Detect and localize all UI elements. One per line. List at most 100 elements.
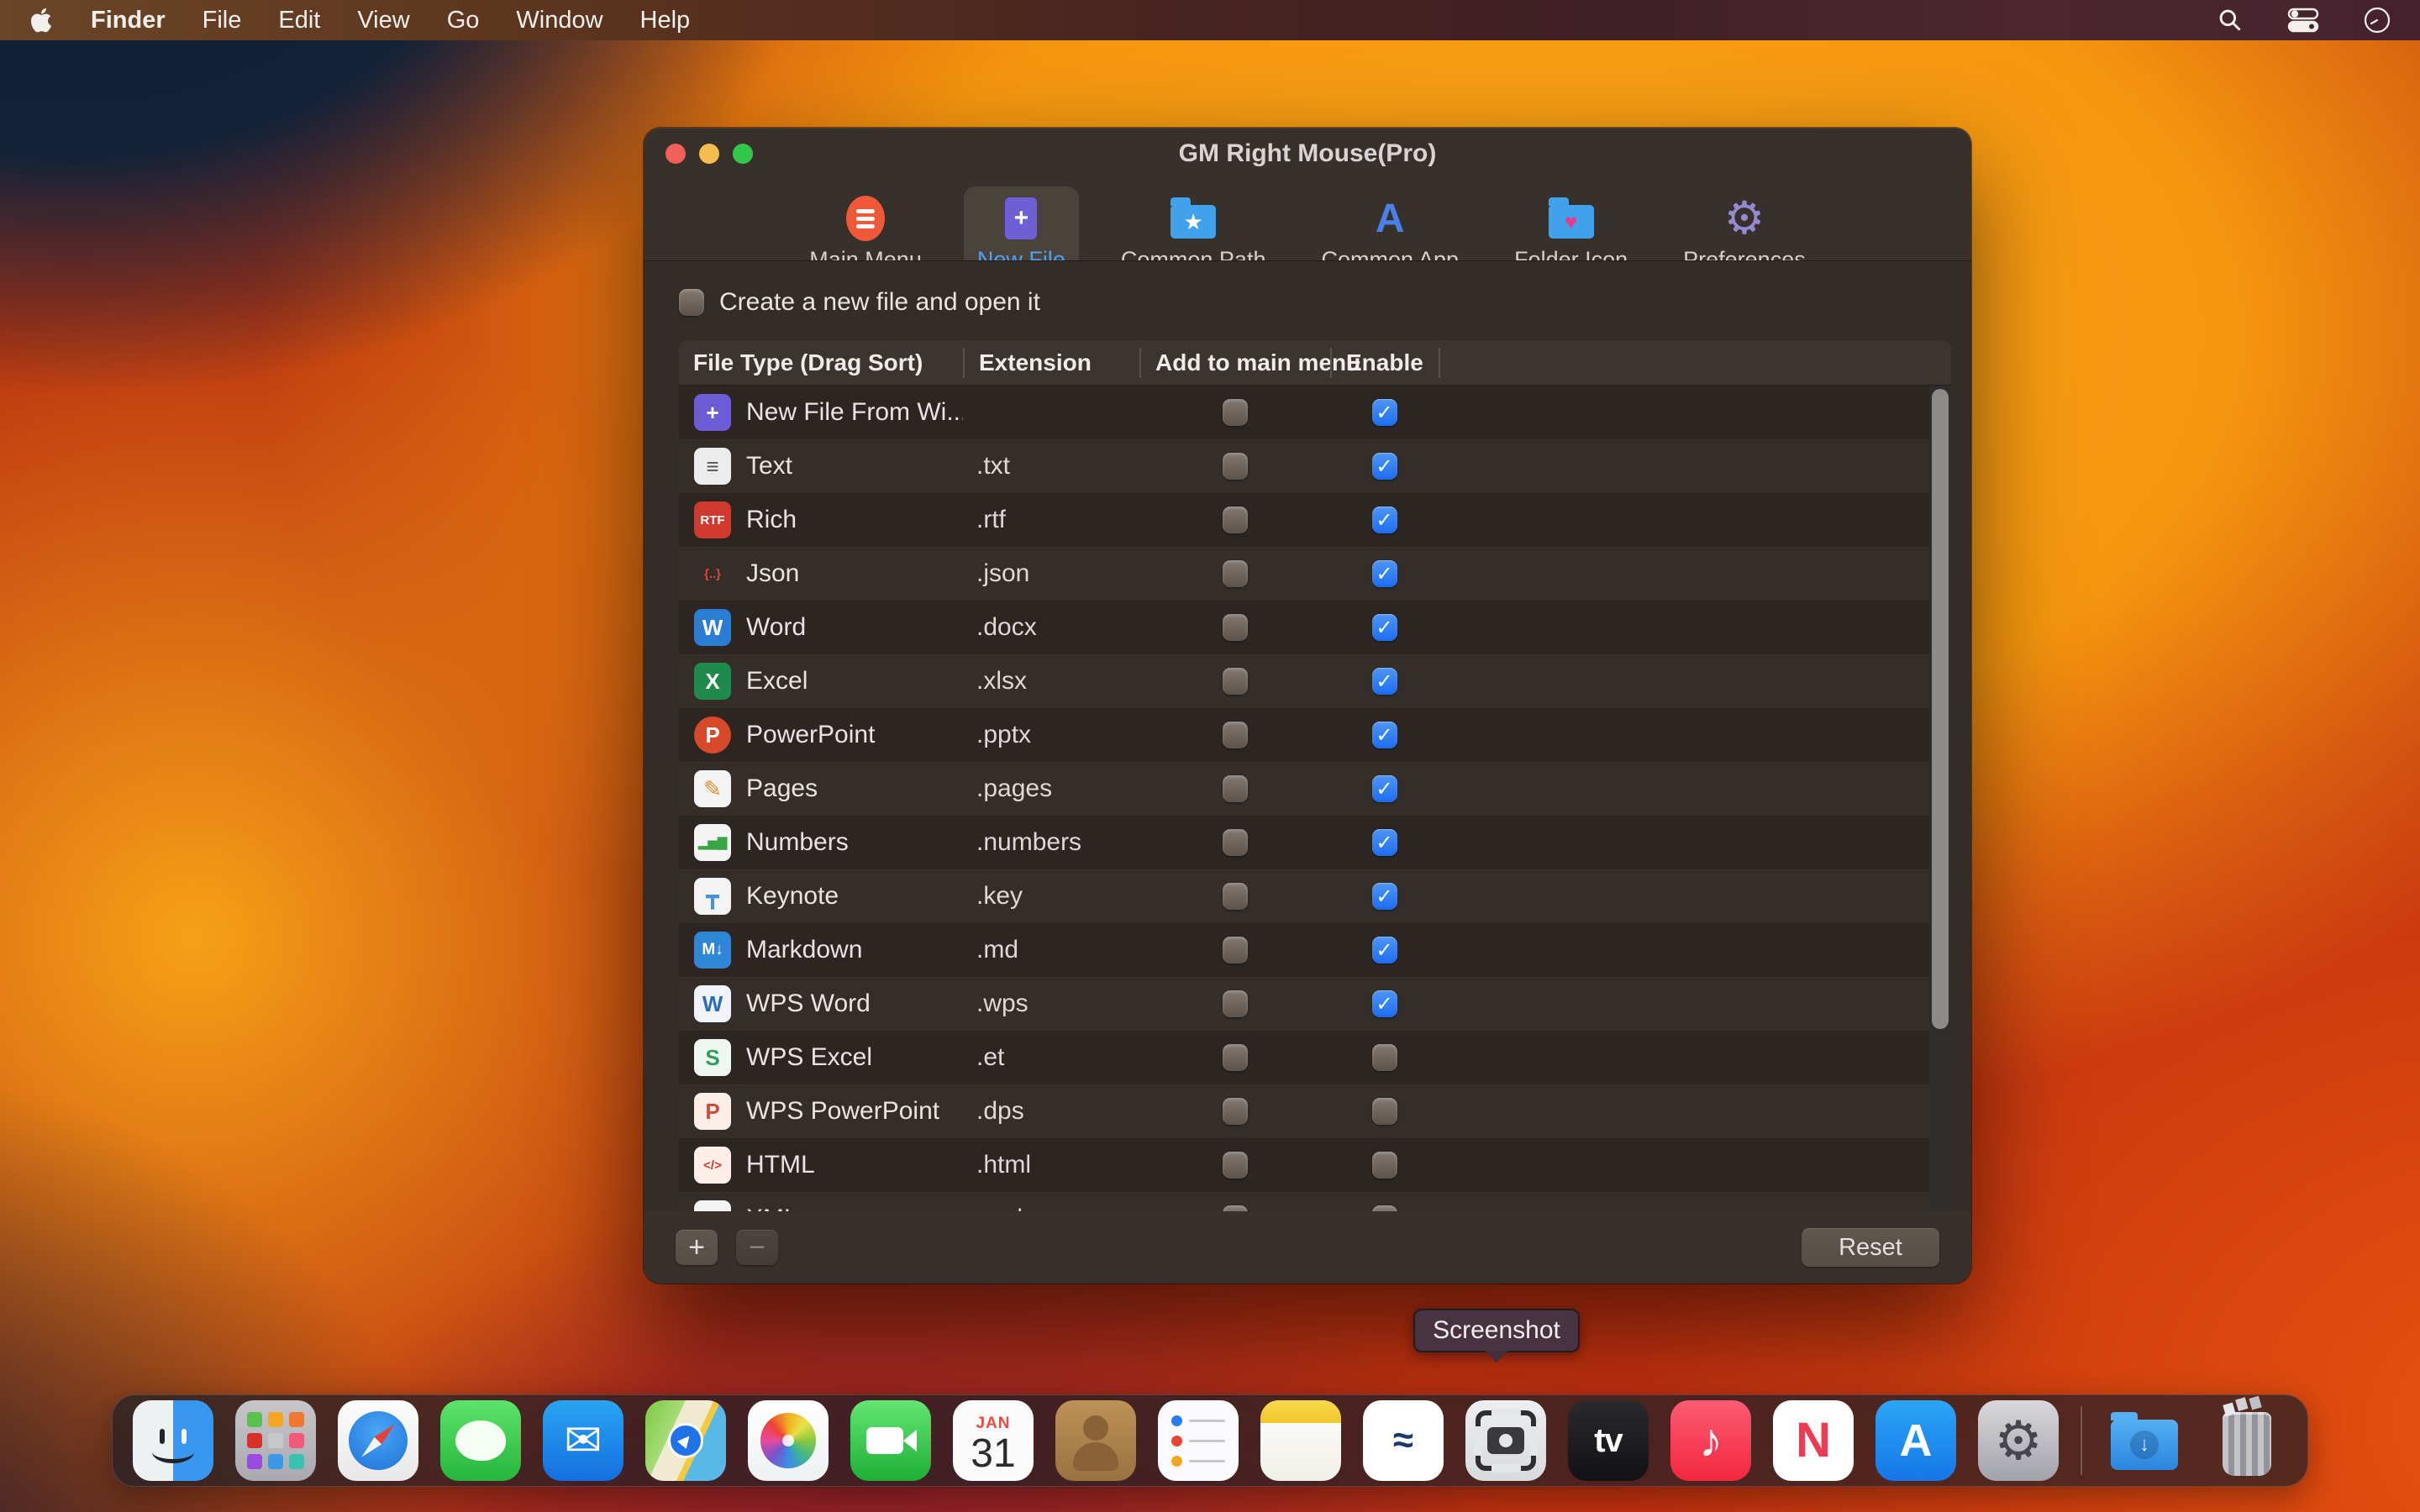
add-to-main-menu-checkbox[interactable] — [1223, 990, 1248, 1017]
dock-reminders-icon[interactable] — [1158, 1400, 1239, 1481]
dock-mail-icon[interactable]: ✉ — [543, 1400, 623, 1481]
enable-checkbox[interactable]: ✓ — [1372, 722, 1397, 748]
enable-checkbox[interactable] — [1372, 1044, 1397, 1071]
apple-menu-icon[interactable] — [29, 5, 54, 35]
calendar-day: 31 — [971, 1433, 1015, 1475]
menu-item-edit[interactable]: Edit — [278, 7, 320, 34]
search-icon[interactable] — [2217, 7, 2244, 34]
table-row[interactable]: </>HTML.html — [679, 1138, 1951, 1192]
menu-item-help[interactable]: Help — [640, 7, 691, 34]
dock-calendar-icon[interactable]: JAN31 — [953, 1400, 1034, 1481]
add-to-main-menu-checkbox[interactable] — [1223, 1044, 1248, 1071]
add-to-main-menu-checkbox[interactable] — [1223, 614, 1248, 641]
dock-settings-icon[interactable]: ⚙ — [1978, 1400, 2059, 1481]
table-row[interactable]: ┳Keynote.key✓ — [679, 869, 1951, 923]
table-row[interactable]: M↓Markdown.md✓ — [679, 923, 1951, 977]
col-file-type[interactable]: File Type (Drag Sort) — [679, 348, 963, 378]
table-row[interactable]: ≡Text.txt✓ — [679, 439, 1951, 493]
enable-checkbox[interactable] — [1372, 1152, 1397, 1179]
add-row-button[interactable]: + — [676, 1230, 718, 1265]
col-add-to-main-menu[interactable]: Add to main menu — [1139, 348, 1330, 378]
dock-freeform-icon[interactable]: ≈ — [1363, 1400, 1444, 1481]
menu-app-name[interactable]: Finder — [91, 7, 166, 34]
enable-checkbox[interactable]: ✓ — [1372, 614, 1397, 641]
table-row[interactable]: WWPS Word.wps✓ — [679, 977, 1951, 1031]
dock-finder-icon[interactable] — [133, 1400, 213, 1481]
dock-contacts-icon[interactable] — [1055, 1400, 1136, 1481]
enable-checkbox[interactable]: ✓ — [1372, 560, 1397, 587]
scrollbar-thumb[interactable] — [1932, 389, 1949, 1029]
add-to-main-menu-checkbox[interactable] — [1223, 453, 1248, 480]
table-row[interactable]: PWPS PowerPoint.dps — [679, 1084, 1951, 1138]
dock-launchpad-icon[interactable] — [235, 1400, 316, 1481]
enable-checkbox[interactable]: ✓ — [1372, 399, 1397, 426]
table-row[interactable]: +New File From Wi...✓ — [679, 386, 1951, 439]
enable-checkbox[interactable]: ✓ — [1372, 883, 1397, 910]
folder-star-icon: ★ — [1166, 195, 1220, 242]
add-to-main-menu-checkbox[interactable] — [1223, 937, 1248, 963]
dock-appletv-icon[interactable]: tv — [1568, 1400, 1649, 1481]
remove-row-button[interactable]: − — [736, 1230, 778, 1265]
enable-checkbox[interactable]: ✓ — [1372, 775, 1397, 802]
window-titlebar[interactable]: GM Right Mouse(Pro) — [644, 128, 1971, 180]
dock-photos-icon[interactable] — [748, 1400, 829, 1481]
add-to-main-menu-checkbox[interactable] — [1223, 883, 1248, 910]
file-type-table: File Type (Drag Sort) Extension Add to m… — [679, 340, 1951, 1211]
dock-news-icon[interactable]: N — [1773, 1400, 1854, 1481]
create-new-file-checkbox[interactable] — [679, 289, 704, 316]
enable-checkbox[interactable]: ✓ — [1372, 507, 1397, 533]
table-scrollbar[interactable] — [1929, 386, 1951, 1211]
dock-safari-icon[interactable] — [338, 1400, 418, 1481]
dock-maps-icon[interactable]: ▲ — [645, 1400, 726, 1481]
add-to-main-menu-checkbox[interactable] — [1223, 399, 1248, 426]
enable-checkbox[interactable] — [1372, 1098, 1397, 1125]
table-row[interactable]: PPowerPoint.pptx✓ — [679, 708, 1951, 762]
table-row[interactable]: SWPS Excel.et — [679, 1031, 1951, 1084]
dock-notes-icon[interactable] — [1260, 1400, 1341, 1481]
menu-item-go[interactable]: Go — [447, 7, 480, 34]
dock: ✉ ▲ JAN31 ≈ tv ♪ NA ⚙ ↓ — [112, 1394, 2308, 1487]
col-enable[interactable]: Enable — [1330, 348, 1439, 378]
clock-icon[interactable] — [2363, 6, 2391, 34]
enable-checkbox[interactable]: ✓ — [1372, 453, 1397, 480]
table-row[interactable]: RTFRich.rtf✓ — [679, 493, 1951, 547]
file-type-label: Pages — [746, 774, 818, 803]
menu-item-file[interactable]: File — [203, 7, 242, 34]
menu-item-view[interactable]: View — [357, 7, 409, 34]
table-row[interactable]: {..}Json.json✓ — [679, 547, 1951, 601]
add-to-main-menu-checkbox[interactable] — [1223, 829, 1248, 856]
table-row[interactable]: ▂▅▇Numbers.numbers✓ — [679, 816, 1951, 869]
enable-checkbox[interactable]: ✓ — [1372, 668, 1397, 695]
col-extension[interactable]: Extension — [963, 348, 1139, 378]
file-type-label: XML — [746, 1205, 798, 1211]
add-to-main-menu-checkbox[interactable] — [1223, 1152, 1248, 1179]
zoom-button[interactable] — [733, 144, 753, 164]
enable-checkbox[interactable]: ✓ — [1372, 937, 1397, 963]
dock-facetime-icon[interactable] — [850, 1400, 931, 1481]
add-to-main-menu-checkbox[interactable] — [1223, 668, 1248, 695]
enable-checkbox[interactable]: ✓ — [1372, 990, 1397, 1017]
add-to-main-menu-checkbox[interactable] — [1223, 507, 1248, 533]
table-row[interactable]: ✎Pages.pages✓ — [679, 762, 1951, 816]
dock-screenshot-icon[interactable] — [1465, 1400, 1546, 1481]
add-to-main-menu-checkbox[interactable] — [1223, 1205, 1248, 1211]
add-to-main-menu-checkbox[interactable] — [1223, 1098, 1248, 1125]
enable-checkbox[interactable] — [1372, 1205, 1397, 1211]
add-to-main-menu-checkbox[interactable] — [1223, 775, 1248, 802]
table-row[interactable]: WWord.docx✓ — [679, 601, 1951, 654]
close-button[interactable] — [666, 144, 686, 164]
add-to-main-menu-checkbox[interactable] — [1223, 560, 1248, 587]
dock-appstore-icon[interactable]: A — [1876, 1400, 1956, 1481]
dock-trash-icon[interactable] — [2207, 1400, 2287, 1481]
table-row[interactable]: XXML.xml — [679, 1192, 1951, 1211]
enable-checkbox[interactable]: ✓ — [1372, 829, 1397, 856]
menu-item-window[interactable]: Window — [516, 7, 602, 34]
minimize-button[interactable] — [699, 144, 719, 164]
table-row[interactable]: XExcel.xlsx✓ — [679, 654, 1951, 708]
dock-messages-icon[interactable] — [440, 1400, 521, 1481]
dock-music-icon[interactable]: ♪ — [1670, 1400, 1751, 1481]
control-center-icon[interactable] — [2287, 8, 2319, 33]
add-to-main-menu-checkbox[interactable] — [1223, 722, 1248, 748]
dock-downloads-icon[interactable]: ↓ — [2104, 1400, 2185, 1481]
reset-button[interactable]: Reset — [1802, 1228, 1939, 1267]
